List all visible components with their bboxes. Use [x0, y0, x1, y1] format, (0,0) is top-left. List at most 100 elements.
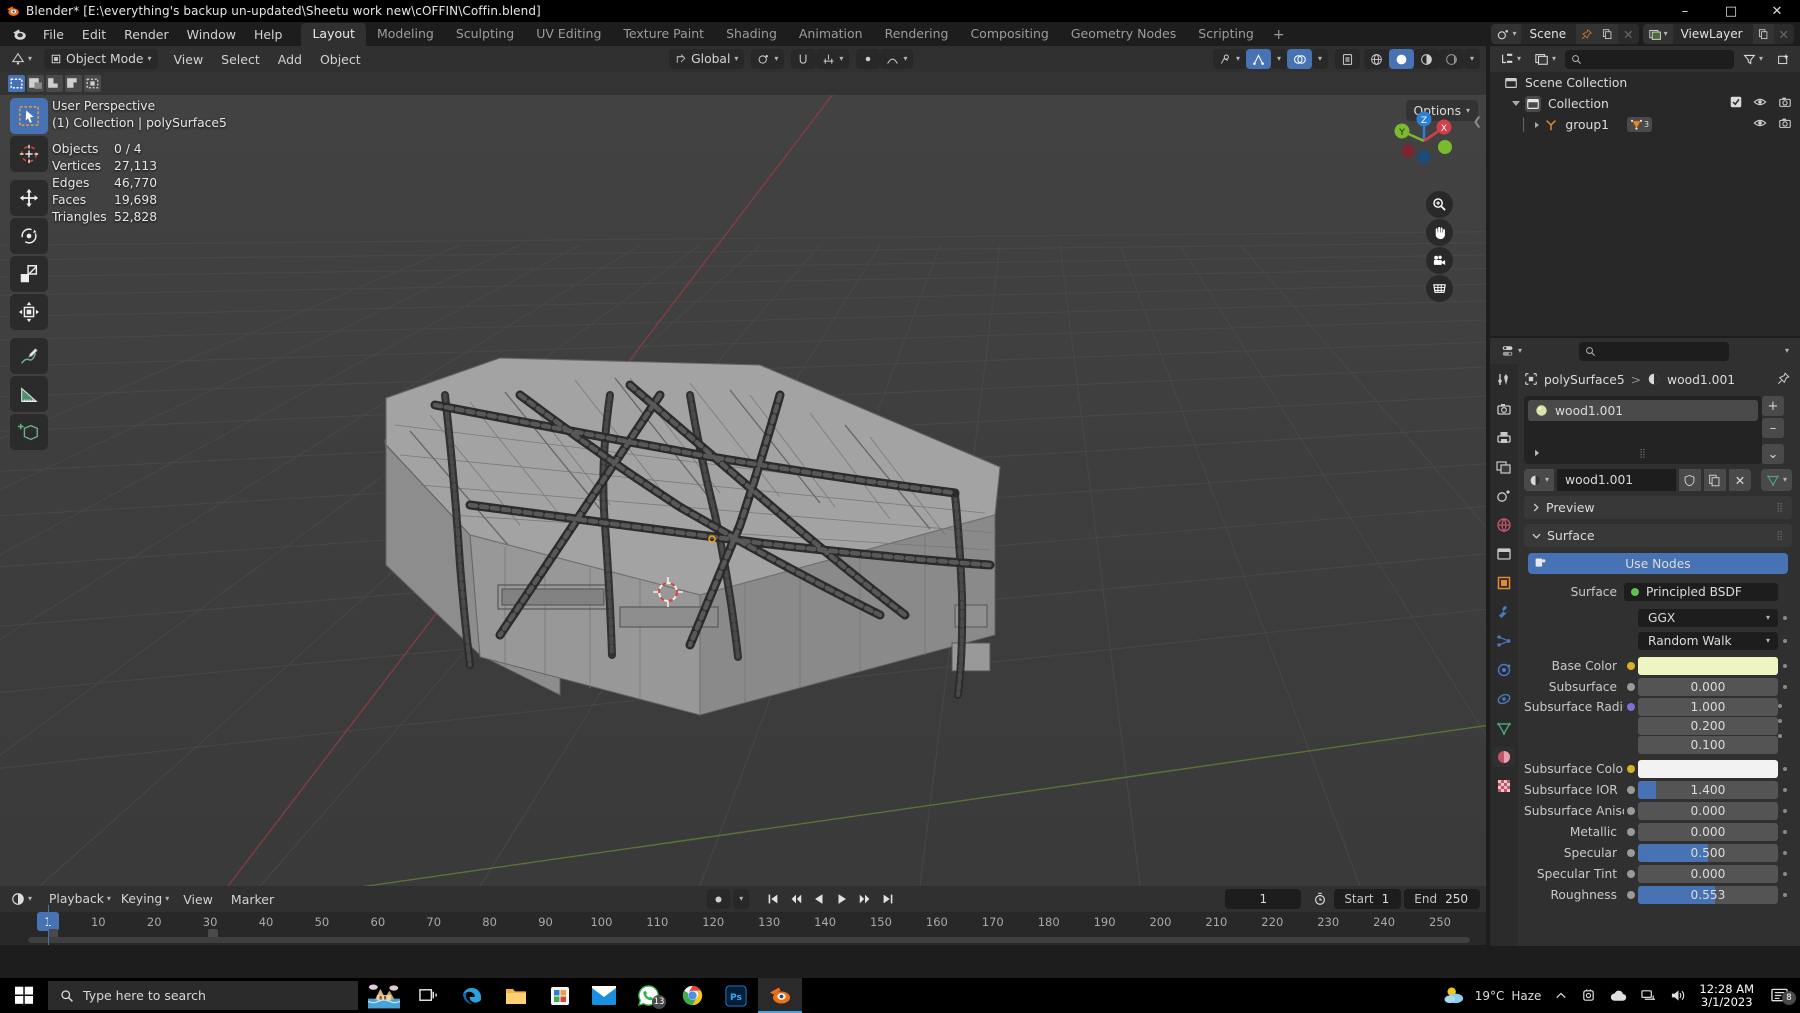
play-icon[interactable] — [831, 889, 853, 909]
frame-end-field[interactable]: End 250 — [1404, 889, 1480, 909]
add-material-slot-button[interactable]: + — [1762, 396, 1784, 416]
pin-id-icon[interactable] — [1777, 372, 1790, 388]
network-icon[interactable] — [1634, 988, 1663, 1003]
prev-keyframe-icon[interactable] — [785, 889, 807, 909]
transform-orientation-selector[interactable]: Global ▾ — [669, 49, 745, 69]
use-nodes-button[interactable]: Use Nodes — [1528, 553, 1788, 574]
subsurface-color-swatch[interactable] — [1638, 760, 1778, 778]
properties-editor-icon[interactable]: ▾ — [1496, 341, 1527, 361]
tab-layout[interactable]: Layout — [301, 23, 366, 46]
eye-icon[interactable] — [1753, 116, 1767, 133]
weather-temp[interactable]: 19°C — [1475, 989, 1505, 1003]
shading-material-button[interactable] — [1414, 49, 1439, 69]
material-slot-item[interactable]: wood1.001 — [1528, 400, 1758, 421]
select-intersect-mode-button[interactable] — [84, 75, 101, 92]
shading-wireframe-button[interactable] — [1364, 49, 1389, 69]
viewport-menu-object[interactable]: Object — [311, 49, 370, 70]
chevron-right-icon[interactable] — [1535, 121, 1540, 128]
blender-icon[interactable] — [758, 978, 802, 1013]
select-invert-mode-button[interactable] — [65, 75, 82, 92]
timeline-menu-playback[interactable]: Playback ▾ — [44, 889, 116, 909]
camera-render-icon[interactable] — [1778, 95, 1792, 112]
scene-selector[interactable]: ▾ Scene ✕ — [1491, 24, 1639, 44]
material-slot-buttons[interactable]: + – ⌄ — [1762, 396, 1784, 466]
tab-geometry-nodes[interactable]: Geometry Nodes — [1060, 23, 1187, 46]
specular-tint-field[interactable]: 0.000 — [1638, 865, 1778, 883]
properties-editor[interactable]: ▾ ▾ polySurface5 > wood1.001 wood1.001 ⣿… — [1490, 338, 1800, 946]
search-input[interactable]: Type here to search — [48, 981, 358, 1010]
minimize-button[interactable]: – — [1662, 0, 1708, 22]
data-properties-tab[interactable] — [1493, 718, 1515, 738]
scene-browse-icon[interactable]: ▾ — [1491, 24, 1522, 44]
hand-icon[interactable] — [1426, 219, 1453, 246]
breadcrumb-material[interactable]: wood1.001 — [1667, 373, 1735, 387]
annotate-tool[interactable] — [10, 338, 48, 374]
resize-grip[interactable]: ⣿ — [1639, 449, 1647, 459]
checkbox-icon[interactable] — [1730, 96, 1742, 111]
tab-scripting[interactable]: Scripting — [1187, 23, 1265, 46]
microsoft-store-icon[interactable] — [538, 978, 582, 1013]
current-frame-field[interactable]: 1 — [1225, 889, 1302, 909]
3d-viewport[interactable]: User Perspective (1) Collection | polySu… — [0, 95, 1486, 886]
metallic-field[interactable]: 0.000 — [1638, 823, 1778, 841]
texture-properties-tab[interactable] — [1493, 776, 1515, 796]
material-properties-tab[interactable] — [1493, 747, 1515, 767]
subsurface-method-dropdown[interactable]: Random Walk ▾ — [1638, 632, 1778, 650]
select-extend-mode-button[interactable] — [27, 75, 44, 92]
weather-condition[interactable]: Haze — [1504, 989, 1541, 1003]
tab-compositing[interactable]: Compositing — [959, 23, 1059, 46]
distribution-dropdown[interactable]: GGX ▾ — [1638, 609, 1778, 627]
close-button[interactable]: ✕ — [1754, 0, 1800, 22]
viewlayer-properties-tab[interactable] — [1493, 457, 1515, 477]
maximize-button[interactable]: □ — [1708, 0, 1754, 22]
properties-tab-column[interactable] — [1490, 364, 1518, 946]
window-controls[interactable]: – □ ✕ — [1662, 0, 1800, 22]
frame-start-field[interactable]: Start 1 — [1334, 889, 1402, 909]
new-scene-icon[interactable] — [1597, 24, 1619, 44]
material-name-field[interactable]: wood1.001 — [1557, 469, 1676, 491]
eye-icon[interactable] — [1753, 95, 1767, 112]
task-view-icon[interactable] — [406, 978, 450, 1013]
auto-keying-toggle[interactable] — [707, 889, 731, 909]
start-button[interactable] — [0, 978, 48, 1013]
tool-properties-tab[interactable] — [1493, 370, 1515, 390]
timeline-menu-marker[interactable]: Marker — [222, 889, 283, 910]
tab-animation[interactable]: Animation — [788, 23, 874, 46]
properties-search-input[interactable] — [1578, 341, 1729, 361]
outliner-filter-icon[interactable]: ▾ — [1738, 49, 1768, 69]
tab-modeling[interactable]: Modeling — [366, 23, 445, 46]
show-gizmo-toggle[interactable] — [1245, 49, 1271, 69]
keying-options-selector[interactable]: ▾ — [733, 889, 750, 909]
menu-window[interactable]: Window — [178, 24, 245, 45]
menu-render[interactable]: Render — [115, 24, 178, 45]
zoom-icon[interactable] — [1426, 191, 1453, 218]
playback-transport[interactable] — [762, 889, 899, 909]
select-subtract-mode-button[interactable] — [46, 75, 63, 92]
roughness-slider[interactable]: 0.553 — [1638, 886, 1778, 904]
new-material-icon[interactable] — [1703, 469, 1726, 491]
xray-toggle[interactable] — [1335, 49, 1360, 69]
outliner-editor[interactable]: ▾ ▾ ▾ Scene Collection Collection │ grou… — [1490, 46, 1800, 336]
unlink-material-icon[interactable]: ✕ — [1728, 469, 1751, 491]
tab-sculpting[interactable]: Sculpting — [445, 23, 525, 46]
outliner-display-mode-icon[interactable]: ▾ — [1530, 49, 1561, 69]
timeline-ruler[interactable]: 10 20 30 40 50 60 70 80 90 100 110 120 130 140 150 160 1… — [0, 912, 1486, 932]
new-viewlayer-icon[interactable] — [1752, 24, 1774, 44]
shading-solid-button[interactable] — [1389, 49, 1414, 69]
specular-slider[interactable]: 0.500 — [1638, 844, 1778, 862]
overlay-options-selector[interactable]: ▾ — [1311, 49, 1328, 69]
snap-target-selector[interactable]: ▾ — [816, 49, 850, 69]
outliner-row-group1[interactable]: │ group1 3 — [1490, 114, 1800, 135]
snap-pivot-selector[interactable]: ▾ — [751, 49, 785, 69]
menu-edit[interactable]: Edit — [73, 24, 115, 45]
whatsapp-icon[interactable]: 13 — [626, 978, 670, 1013]
timeline-menu-keying[interactable]: Keying ▾ — [116, 889, 174, 909]
transform-tool[interactable] — [10, 294, 48, 330]
proportional-falloff-selector[interactable]: ▾ — [880, 49, 914, 69]
output-properties-tab[interactable] — [1493, 428, 1515, 448]
editor-type-icon[interactable]: ▾ — [6, 49, 37, 69]
delete-scene-icon[interactable]: ✕ — [1618, 24, 1639, 44]
preview-range-icon[interactable] — [1309, 889, 1331, 909]
subsurface-radius-z[interactable]: 0.100 — [1638, 736, 1778, 754]
material-slot-specials-button[interactable]: ⌄ — [1762, 444, 1784, 464]
